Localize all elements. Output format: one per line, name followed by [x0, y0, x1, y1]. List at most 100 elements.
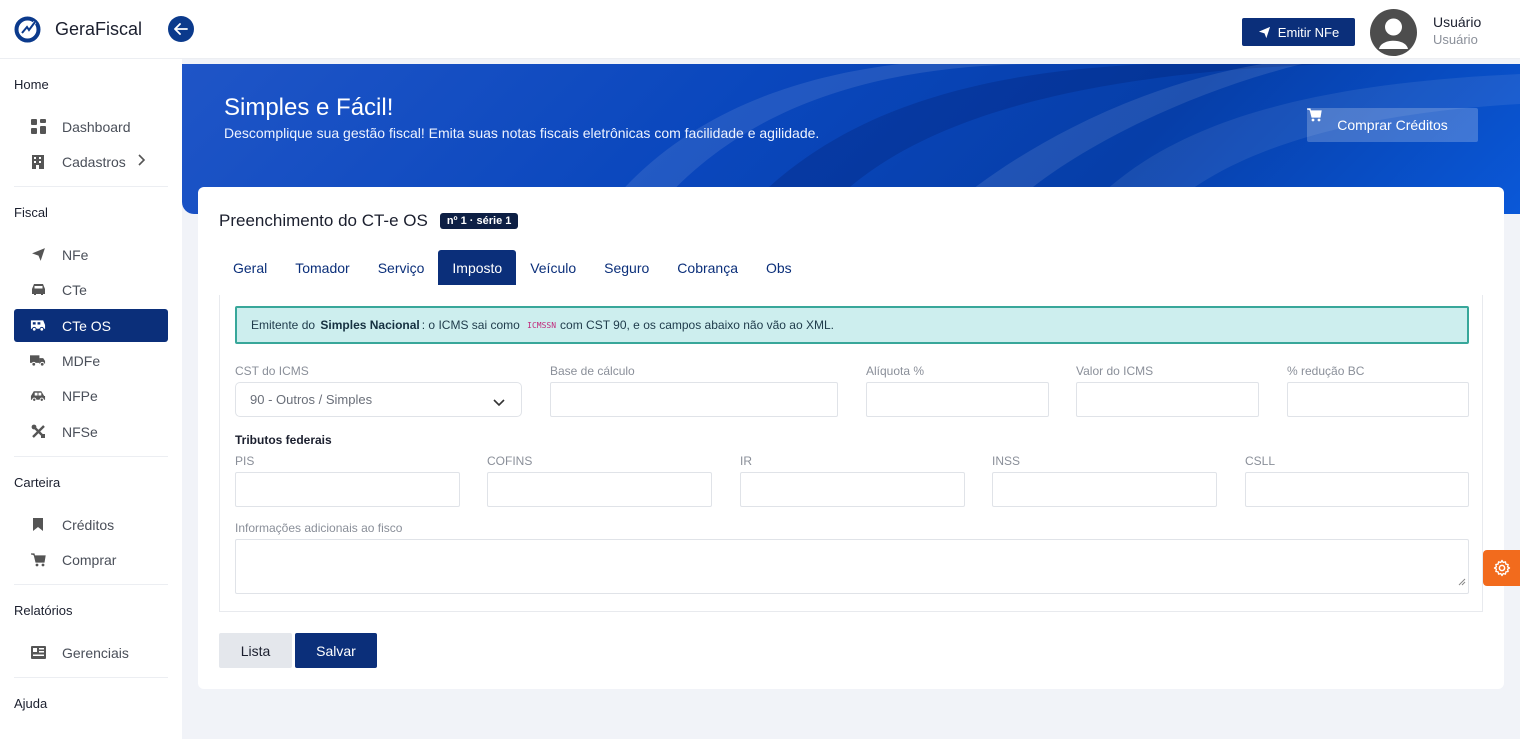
sidebar-item-nfpe[interactable]: NFPe: [14, 379, 168, 412]
sidebar-section-home: Home: [14, 77, 49, 92]
car-icon: [30, 282, 46, 298]
paper-plane-icon: [1258, 26, 1270, 38]
sidebar-divider: [14, 456, 168, 457]
tab-tomador[interactable]: Tomador: [281, 250, 363, 285]
tab-cobranca[interactable]: Cobrança: [663, 250, 752, 285]
alert-bold: Simples Nacional: [320, 318, 420, 332]
info-fisco-label: Informações adicionais ao fisco: [235, 521, 403, 535]
cart-icon: [1307, 108, 1322, 122]
aliquota-input[interactable]: [866, 382, 1049, 417]
brand-name: GeraFiscal: [55, 19, 143, 39]
user-name: Usuário: [1433, 14, 1482, 30]
sidebar-item-cte[interactable]: CTe: [14, 273, 168, 306]
save-button[interactable]: Salvar: [295, 633, 377, 668]
cofins-input[interactable]: [487, 472, 712, 507]
tools-icon: [30, 424, 46, 440]
base-calculo-label: Base de cálculo: [550, 364, 635, 378]
valor-icms-input[interactable]: [1076, 382, 1259, 417]
building-icon: [30, 154, 46, 170]
pis-label: PIS: [235, 454, 255, 468]
sidebar-section-fiscal: Fiscal: [14, 205, 48, 220]
cst-icms-select[interactable]: 90 - Outros / Simples: [235, 382, 522, 417]
chevron-down-icon: [493, 395, 505, 410]
alert-text: : o ICMS sai como: [421, 318, 520, 332]
sidebar-item-mdfe[interactable]: MDFe: [14, 344, 168, 377]
tributos-federais-heading: Tributos federais: [235, 433, 332, 447]
base-calculo-input[interactable]: [550, 382, 838, 417]
avatar[interactable]: [1370, 9, 1417, 56]
sidebar-item-label: CTe OS: [62, 317, 112, 334]
user-role: Usuário: [1433, 32, 1478, 47]
buy-credits-button[interactable]: Comprar Créditos: [1307, 108, 1478, 142]
sidebar-section-relatorios: Relatórios: [14, 603, 73, 618]
alert-text: Emitente do: [251, 318, 316, 332]
emit-nfe-button[interactable]: Emitir NFe: [1242, 18, 1355, 46]
sidebar-item-label: NFe: [62, 246, 89, 263]
tab-veiculo[interactable]: Veículo: [516, 250, 590, 285]
csll-label: CSLL: [1245, 454, 1276, 468]
sidebar-item-cadastros[interactable]: Cadastros: [14, 145, 168, 178]
brand[interactable]: GeraFiscal: [14, 16, 142, 43]
tab-imposto[interactable]: Imposto: [438, 250, 517, 285]
sidebar-divider: [14, 584, 168, 585]
info-fisco-textarea[interactable]: [235, 539, 1469, 594]
pis-input[interactable]: [235, 472, 460, 507]
tab-servico[interactable]: Serviço: [364, 250, 439, 285]
sidebar-item-cte-os[interactable]: CTe OS: [14, 309, 168, 342]
cst-icms-label: CST do ICMS: [235, 364, 309, 378]
ir-label: IR: [740, 454, 752, 468]
simples-nacional-alert: Emitente do Simples Nacional: o ICMS sai…: [235, 306, 1469, 344]
top-header: GeraFiscal Emitir NFe Usuário Usuário: [0, 0, 1520, 59]
arrow-left-icon: [174, 23, 188, 35]
emit-nfe-label: Emitir NFe: [1277, 24, 1340, 40]
csll-input[interactable]: [1245, 472, 1469, 507]
sidebar-section-carteira: Carteira: [14, 475, 61, 490]
number-series-badge: nº 1 · série 1: [439, 213, 519, 229]
tab-geral[interactable]: Geral: [219, 250, 281, 285]
sidebar-item-label: CTe: [62, 281, 87, 298]
sidebar-item-comprar[interactable]: Comprar: [14, 543, 168, 576]
page-title: Preenchimento do CT-e OS nº 1 · série 1: [219, 211, 519, 231]
sidebar-item-label: MDFe: [62, 352, 101, 369]
sidebar-item-label: Dashboard: [62, 118, 131, 135]
reducao-bc-label: % redução BC: [1287, 364, 1365, 378]
sidebar-item-nfe[interactable]: NFe: [14, 238, 168, 271]
sidebar-toggle-button[interactable]: [168, 16, 194, 42]
sidebar-item-label: Cadastros: [62, 153, 126, 170]
sidebar-item-nfse[interactable]: NFSe: [14, 415, 168, 448]
reducao-bc-input[interactable]: [1287, 382, 1469, 417]
sidebar-item-gerenciais[interactable]: Gerenciais: [14, 636, 168, 669]
dashboard-icon: [30, 119, 46, 135]
hero-subtitle: Descomplique sua gestão fiscal! Emita su…: [224, 125, 820, 141]
alert-text: com CST 90, e os campos abaixo não vão a…: [560, 318, 834, 332]
sidebar-item-creditos[interactable]: Créditos: [14, 508, 168, 541]
cofins-label: COFINS: [487, 454, 533, 468]
user-icon: [1379, 18, 1408, 49]
van-icon: [30, 318, 46, 334]
cart-icon: [30, 552, 46, 568]
cte-os-form-card: Preenchimento do CT-e OS nº 1 · série 1 …: [198, 187, 1504, 689]
truck-icon: [30, 353, 46, 369]
sidebar-section-ajuda: Ajuda: [14, 696, 48, 711]
sidebar-item-label: Comprar: [62, 551, 117, 568]
inss-input[interactable]: [992, 472, 1217, 507]
form-tabs: Geral Tomador Serviço Imposto Veículo Se…: [219, 250, 806, 285]
buy-credits-label: Comprar Créditos: [1337, 117, 1448, 133]
cst-icms-value: 90 - Outros / Simples: [250, 392, 373, 407]
ir-input[interactable]: [740, 472, 965, 507]
alert-code: ICMSSN: [527, 320, 557, 330]
report-icon: [30, 645, 46, 661]
sidebar-item-label: NFPe: [62, 387, 98, 404]
bookmark-icon: [30, 517, 46, 533]
lista-button[interactable]: Lista: [219, 633, 292, 668]
tab-seguro[interactable]: Seguro: [590, 250, 663, 285]
gear-icon: [1493, 559, 1510, 577]
settings-fab[interactable]: [1483, 550, 1520, 586]
brand-logo-icon: [14, 16, 41, 43]
inss-label: INSS: [992, 454, 1021, 468]
resize-handle-icon[interactable]: [1458, 573, 1466, 591]
sidebar-item-dashboard[interactable]: Dashboard: [14, 110, 168, 143]
sidebar-item-label: Gerenciais: [62, 644, 129, 661]
tab-obs[interactable]: Obs: [752, 250, 806, 285]
sidebar-item-label: NFSe: [62, 423, 98, 440]
